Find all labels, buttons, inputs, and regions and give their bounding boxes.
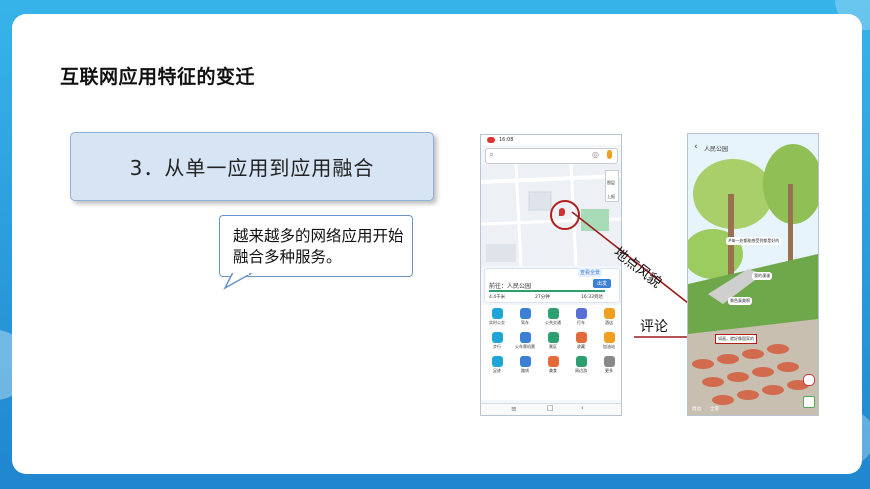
comment-tag-highlighted[interactable]: 如画，就好像国家的 (715, 334, 757, 344)
back-icon[interactable]: ‹ (694, 142, 698, 152)
side-action-button[interactable] (803, 396, 815, 408)
comment-tag[interactable]: 景色真美啊 (728, 297, 752, 305)
comment-label: 评论 (640, 319, 668, 335)
content-card: 互联网应用特征的变迁 3．从单一应用到应用融合 越来越多的网络应用开始融合多种服… (12, 14, 862, 474)
comment-tag[interactable]: #每一处都能感受到都是好的 (726, 237, 782, 245)
comment-tag[interactable]: 我的漫漫 (752, 272, 772, 280)
bottom-link[interactable]: 全景 (710, 406, 719, 412)
bottom-link[interactable]: 周边 (692, 406, 701, 412)
phone-park-screenshot: ‹ 人民公园 #每一处都能感受到都是好的 我的漫漫 景色真美啊 如画，就好像国家… (687, 133, 819, 416)
park-title: 人民公园 (704, 146, 729, 153)
side-action-button[interactable] (803, 374, 815, 386)
